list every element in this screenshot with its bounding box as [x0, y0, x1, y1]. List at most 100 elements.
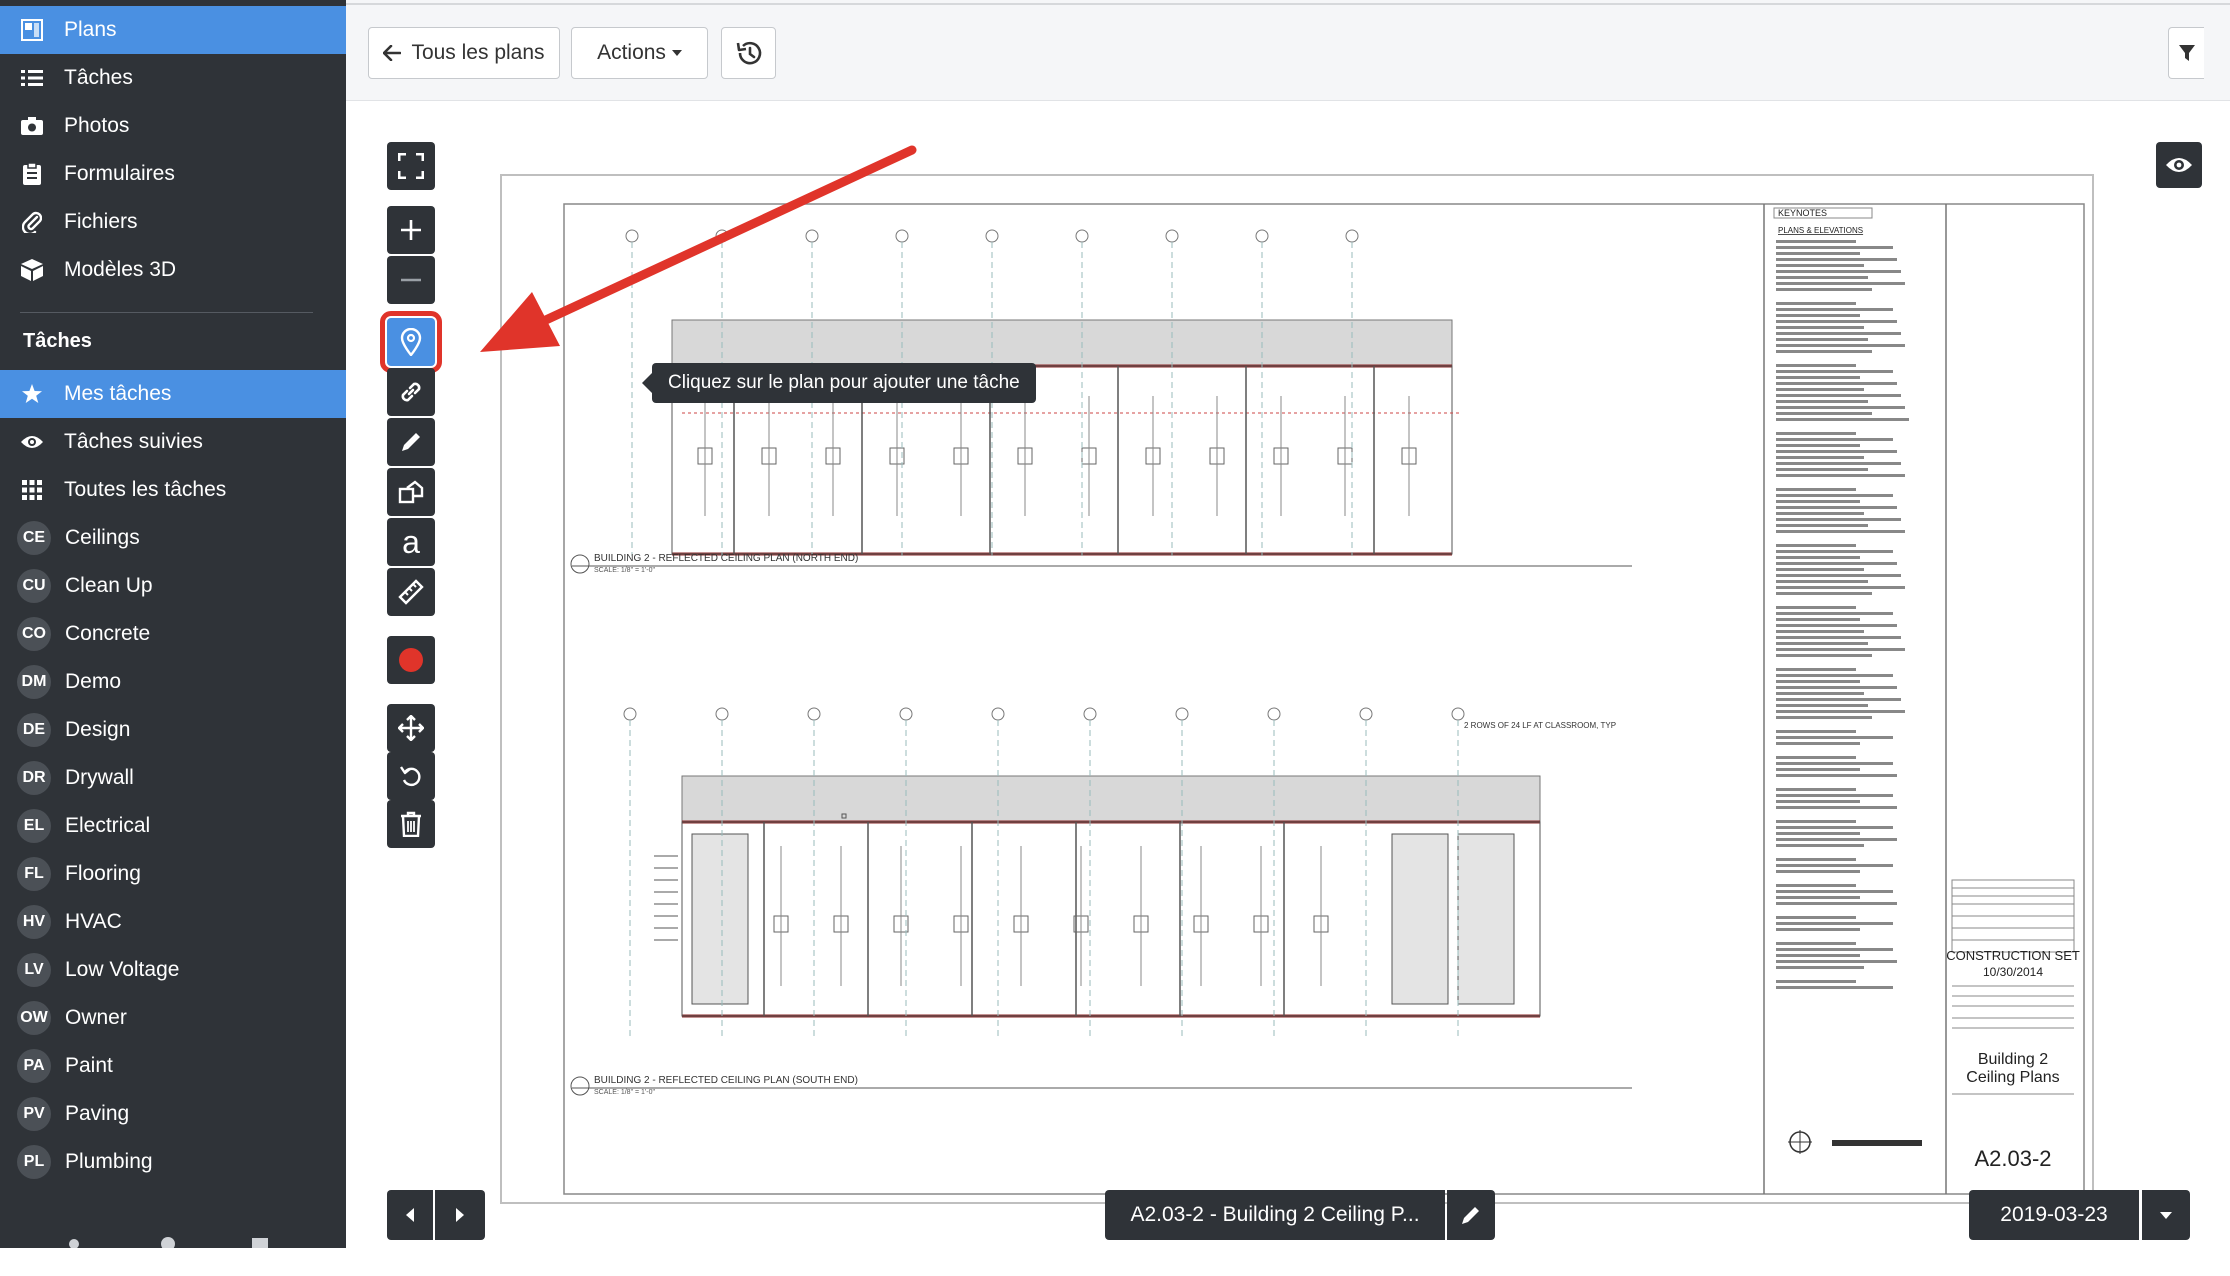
- add-task-tooltip: Cliquez sur le plan pour ajouter une tâc…: [642, 363, 1036, 403]
- sidebar-category-item[interactable]: HV HVAC: [0, 898, 346, 946]
- sidebar-category-item[interactable]: PL Plumbing: [0, 1138, 346, 1186]
- version-selector[interactable]: 2019-03-23: [1969, 1190, 2139, 1240]
- move-tool[interactable]: [387, 704, 435, 752]
- trash-icon: [400, 811, 422, 837]
- keynote-line: [1776, 742, 1860, 745]
- category-badge: HV: [17, 905, 51, 939]
- keynote-line: [1776, 730, 1856, 733]
- keynote-line: [1776, 806, 1897, 809]
- edit-sheet-button[interactable]: [1447, 1190, 1495, 1240]
- keynote-line: [1776, 432, 1856, 435]
- history-button[interactable]: [721, 27, 776, 79]
- undo-tool[interactable]: [387, 752, 435, 800]
- sidebar-item-3d-models[interactable]: Modèles 3D: [0, 246, 346, 294]
- category-badge: DE: [17, 713, 51, 747]
- pencil-icon: [399, 430, 423, 454]
- sheet-selector[interactable]: A2.03-2 - Building 2 Ceiling P...: [1105, 1190, 1445, 1240]
- previous-sheet-button[interactable]: [387, 1190, 433, 1240]
- annotation-arrow: [480, 145, 917, 352]
- measure-tool[interactable]: [387, 568, 435, 616]
- grid-bubble: [985, 229, 999, 243]
- sidebar-category-item[interactable]: DE Design: [0, 706, 346, 754]
- text-tool[interactable]: a: [387, 518, 435, 566]
- zoom-out-button[interactable]: [387, 256, 435, 304]
- red-color-swatch-icon: [399, 648, 423, 672]
- keynote-line: [1776, 756, 1856, 759]
- add-task-pin-tool[interactable]: [380, 311, 442, 373]
- keynote-line: [1776, 438, 1893, 441]
- sidebar-category-item[interactable]: DR Drywall: [0, 754, 346, 802]
- keynote-line: [1776, 884, 1856, 887]
- keynote-line: [1776, 844, 1864, 847]
- keynote-line: [1776, 642, 1868, 645]
- undo-icon: [399, 764, 423, 788]
- chevron-right-icon: [455, 1208, 465, 1222]
- sheet-number: A2.03-2: [1974, 1146, 2051, 1171]
- category-badge: CE: [17, 521, 51, 555]
- keynote-line: [1776, 820, 1856, 823]
- caret-down-icon: [671, 50, 682, 56]
- keynote-line: [1776, 326, 1864, 329]
- link-tool[interactable]: [387, 368, 435, 416]
- delete-tool[interactable]: [387, 800, 435, 848]
- keynote-line: [1776, 500, 1860, 503]
- keynote-line: [1776, 288, 1872, 291]
- keynote-line: [1776, 258, 1897, 261]
- sidebar-category-item[interactable]: CU Clean Up: [0, 562, 346, 610]
- sidebar-item-forms[interactable]: Formulaires: [0, 150, 346, 198]
- keynote-line: [1776, 544, 1856, 547]
- keynotes-title: KEYNOTES: [1778, 208, 1827, 218]
- sidebar-section-title: Tâches: [23, 330, 92, 352]
- category-label: Owner: [65, 1006, 127, 1029]
- shape-tool[interactable]: [387, 468, 435, 516]
- sidebar-item-label: Photos: [64, 114, 130, 137]
- category-label: Low Voltage: [65, 958, 180, 981]
- filter-icon: [2178, 45, 2195, 61]
- keynote-line: [1776, 574, 1901, 577]
- sidebar-category-item[interactable]: FL Flooring: [0, 850, 346, 898]
- visibility-toggle-button[interactable]: [2156, 142, 2202, 188]
- sidebar-item-all-tasks[interactable]: Toutes les tâches: [0, 466, 346, 514]
- version-dropdown-toggle[interactable]: [2142, 1190, 2190, 1240]
- grid-bubble: [1267, 707, 1281, 721]
- color-picker-tool[interactable]: [387, 636, 435, 684]
- keynote-line: [1776, 704, 1868, 707]
- category-badge: DM: [17, 665, 51, 699]
- keynote-line: [1776, 264, 1864, 267]
- keynote-line: [1776, 768, 1860, 771]
- sidebar-category-item[interactable]: PV Paving: [0, 1090, 346, 1138]
- keynote-line: [1776, 364, 1856, 367]
- sidebar-category-item[interactable]: PA Paint: [0, 1042, 346, 1090]
- sidebar-item-tasks[interactable]: Tâches: [0, 54, 346, 102]
- sidebar-category-item[interactable]: CE Ceilings: [0, 514, 346, 562]
- grid-bubble: [715, 707, 729, 721]
- grid-bubble: [1345, 229, 1359, 243]
- keynote-line: [1776, 444, 1860, 447]
- sidebar-category-item[interactable]: EL Electrical: [0, 802, 346, 850]
- keynote-line: [1776, 692, 1864, 695]
- keynote-line: [1776, 450, 1897, 453]
- pen-tool[interactable]: [387, 418, 435, 466]
- actions-dropdown[interactable]: Actions: [571, 27, 708, 79]
- sidebar-category-item[interactable]: CO Concrete: [0, 610, 346, 658]
- sidebar-item-photos[interactable]: Photos: [0, 102, 346, 150]
- next-sheet-button[interactable]: [435, 1190, 485, 1240]
- zoom-in-button[interactable]: [387, 206, 435, 254]
- sidebar-category-item[interactable]: LV Low Voltage: [0, 946, 346, 994]
- sidebar-category-item[interactable]: OW Owner: [0, 994, 346, 1042]
- keynote-line: [1776, 864, 1893, 867]
- fullscreen-button[interactable]: [387, 142, 435, 190]
- all-plans-button[interactable]: Tous les plans: [368, 27, 560, 79]
- keynote-line: [1776, 838, 1897, 841]
- sidebar-category-item[interactable]: DM Demo: [0, 658, 346, 706]
- sidebar-item-followed-tasks[interactable]: Tâches suivies: [0, 418, 346, 466]
- keynote-line: [1776, 890, 1893, 893]
- sidebar-item-plans[interactable]: Plans: [0, 6, 346, 54]
- grid-bubble: [623, 707, 637, 721]
- sidebar-item-files[interactable]: Fichiers: [0, 198, 346, 246]
- filter-button[interactable]: [2168, 27, 2204, 79]
- sidebar-item-my-tasks[interactable]: Mes tâches: [0, 370, 346, 418]
- keynote-line: [1776, 456, 1864, 459]
- category-badge: PA: [17, 1049, 51, 1083]
- category-badge: OW: [17, 1001, 51, 1035]
